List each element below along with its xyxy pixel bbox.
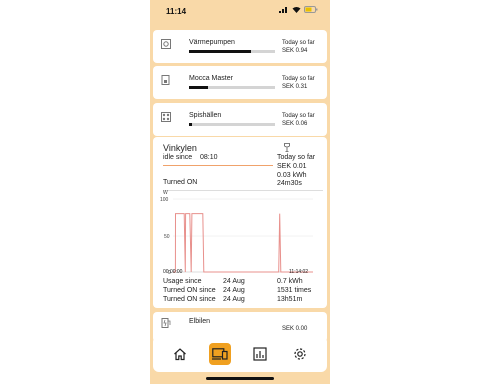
today-label: Today so far	[282, 113, 315, 119]
device-card-spishallen[interactable]: Spishällen Today so far SEK 0.06	[153, 103, 327, 136]
usage-since-value: 0.7 kWh	[277, 278, 303, 285]
idle-since-label: idle since	[163, 154, 193, 161]
device-card-varmepumpen[interactable]: Värmepumpen Today so far SEK 0.94	[153, 30, 327, 63]
today-amount: SEK 0.01	[277, 163, 307, 170]
turned-on-duration-date: 24 Aug	[223, 296, 245, 303]
y-tick-50: 50	[164, 234, 170, 240]
turned-on-total-duration: 13h51m	[277, 296, 303, 303]
device-name: Mocca Master	[189, 75, 233, 82]
phone-screen: 11:14 Värmepumpen Today so far SEK 0.94 …	[150, 0, 330, 384]
idle-bar	[163, 165, 273, 166]
device-name: Elbilen	[189, 318, 211, 325]
power-series-line	[173, 213, 313, 273]
y-axis-unit: W	[163, 190, 168, 196]
home-icon	[174, 348, 186, 361]
turned-on-duration: 24m30s	[277, 180, 302, 187]
status-bar: 11:14	[150, 0, 330, 24]
usage-since-label: Usage since	[163, 278, 202, 285]
turned-on-duration-label: Turned ON since	[163, 296, 216, 303]
gear-icon	[294, 348, 306, 360]
nav-settings[interactable]	[289, 343, 311, 365]
device-detail-card-vinkylen[interactable]: Vinkylen idle since 08:10 Today so far S…	[153, 137, 327, 308]
today-label: Today so far	[277, 154, 316, 161]
today-amount: SEK 0.31	[282, 84, 308, 90]
devices-icon	[212, 348, 228, 360]
nav-home[interactable]	[169, 343, 191, 365]
heat-pump-icon	[161, 39, 171, 49]
status-icons	[279, 6, 318, 13]
device-name: Värmepumpen	[189, 39, 235, 46]
signal-icon	[279, 7, 287, 13]
stats-icon	[253, 347, 267, 361]
x-label-end: 11:14:02	[289, 269, 309, 275]
device-card-mocca-master[interactable]: Mocca Master Today so far SEK 0.31	[153, 66, 327, 99]
usage-bar	[189, 123, 275, 126]
today-label: Today so far	[282, 76, 315, 82]
usage-bar-fill	[189, 123, 192, 126]
home-indicator	[206, 377, 274, 380]
nav-stats[interactable]	[249, 343, 271, 365]
today-label: Today so far	[282, 40, 315, 46]
ev-charger-icon	[161, 318, 171, 328]
today-amount: SEK 0.06	[282, 121, 308, 127]
status-time: 11:14	[166, 7, 187, 16]
power-chart: W 100 50 0	[160, 190, 313, 276]
coffee-machine-icon	[161, 75, 170, 85]
bottom-nav	[153, 336, 327, 372]
turned-on-count-label: Turned ON since	[163, 287, 216, 294]
usage-bar	[189, 86, 275, 89]
today-energy: 0.03 kWh	[277, 172, 307, 179]
device-title: Vinkylen	[163, 143, 197, 153]
today-amount: SEK 0.94	[282, 48, 308, 54]
turned-on-count-value: 1531 times	[277, 287, 312, 294]
x-label-start: 00:00:00	[163, 269, 183, 275]
battery-icon	[304, 6, 318, 13]
nav-devices[interactable]	[209, 343, 231, 365]
usage-bar	[189, 50, 275, 53]
y-tick-100: 100	[160, 197, 169, 203]
usage-since-date: 24 Aug	[223, 278, 245, 285]
device-name: Spishällen	[189, 112, 222, 119]
stove-icon	[161, 112, 171, 122]
usage-bar-fill	[189, 50, 251, 53]
wine-glass-icon	[284, 143, 290, 152]
usage-bar-fill	[189, 86, 208, 89]
today-amount: SEK 0.00	[282, 326, 308, 332]
wifi-icon	[292, 7, 301, 13]
idle-since-time: 08:10	[200, 154, 218, 161]
turned-on-count-date: 24 Aug	[223, 287, 245, 294]
turned-on-label: Turned ON	[163, 179, 198, 186]
